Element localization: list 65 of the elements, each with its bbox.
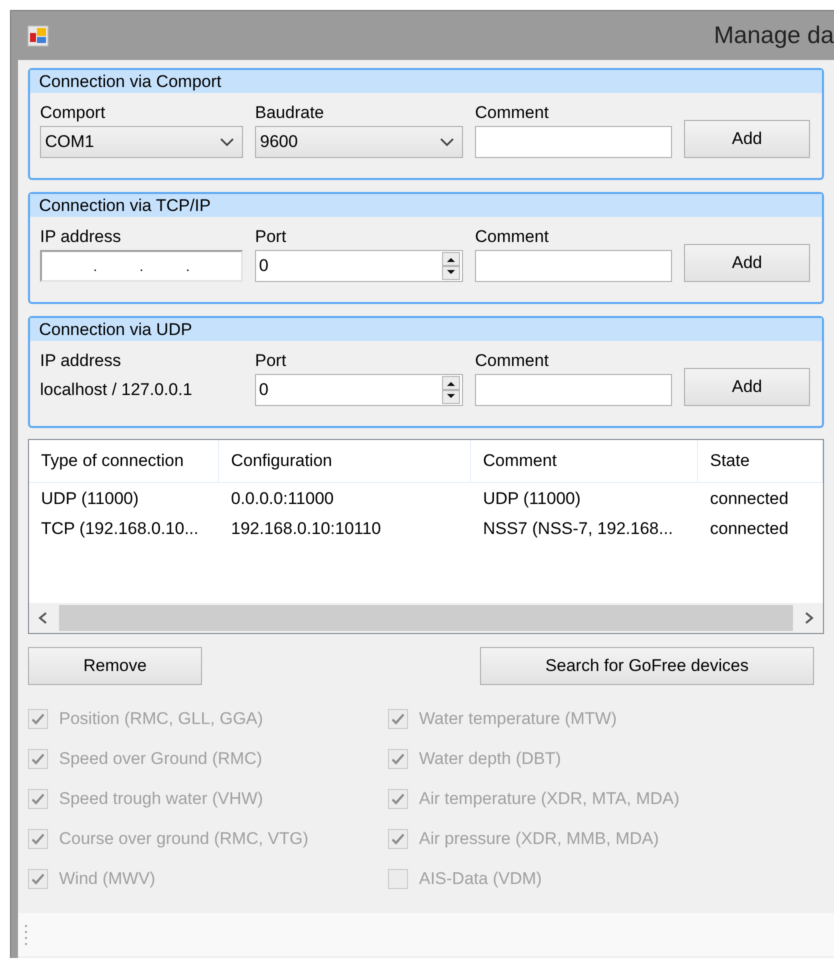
add-button[interactable]: Add xyxy=(684,120,810,158)
grip-icon[interactable] xyxy=(24,924,28,946)
ip-address-field[interactable]: . . . xyxy=(40,250,243,282)
table-cell-text: TCP (192.168.0.10... xyxy=(40,518,200,540)
checkbox-label: Wind (MWV) xyxy=(59,868,156,888)
add-button[interactable]: Add xyxy=(684,368,810,406)
checkbox-label: Speed trough water (VHW) xyxy=(59,788,264,808)
comment-field[interactable] xyxy=(475,374,672,406)
field-label: IP address xyxy=(40,227,122,247)
checkbox-label: Course over ground (RMC, VTG) xyxy=(59,828,308,848)
dropdown[interactable]: 9600 xyxy=(255,126,463,158)
field-label: Comment xyxy=(475,351,550,371)
checkmark-icon xyxy=(31,872,45,884)
spin-arrows-icon[interactable] xyxy=(442,252,460,280)
checkbox-label: Position (RMC, GLL, GGA) xyxy=(59,708,264,728)
table-cell-text: UDP (11000) xyxy=(40,488,140,510)
column-header[interactable]: Type of connection xyxy=(29,440,219,483)
field-label: Port xyxy=(255,227,288,247)
checkmark-icon xyxy=(391,752,405,764)
comment-field[interactable] xyxy=(475,126,672,158)
group-title: Connection via UDP xyxy=(30,318,822,341)
field-label: Comment xyxy=(475,227,550,247)
window-title: Manage da xyxy=(714,22,834,50)
scrollbar-thumb[interactable] xyxy=(59,605,793,631)
dropdown[interactable]: COM1 xyxy=(40,126,243,158)
table-cell-text: 0.0.0.0:11000 xyxy=(230,488,335,510)
checkmark-icon xyxy=(31,752,45,764)
column-header[interactable]: State xyxy=(698,440,823,483)
checkbox-label: Water depth (DBT) xyxy=(419,748,562,768)
checkmark-icon xyxy=(391,792,405,804)
table-cell-text: NSS7 (NSS-7, 192.168... xyxy=(482,518,674,540)
group-title: Connection via TCP/IP xyxy=(30,194,822,217)
field-label: Baudrate xyxy=(255,103,325,123)
group-title: Connection via Comport xyxy=(30,70,822,93)
table-cell-text: connected xyxy=(709,488,790,510)
checkmark-icon xyxy=(31,832,45,844)
port-spinner[interactable]: 0 xyxy=(255,374,463,406)
checkmark-icon xyxy=(31,792,45,804)
field-label: Port xyxy=(255,351,288,371)
table-cell-text: UDP (11000) xyxy=(482,488,582,510)
checkmark-icon xyxy=(391,712,405,724)
chevron-down-icon xyxy=(440,138,454,146)
add-button[interactable]: Add xyxy=(684,244,810,282)
table-cell-text: connected xyxy=(709,518,790,540)
column-header[interactable]: Comment xyxy=(471,440,698,483)
checkmark-icon xyxy=(31,712,45,724)
table-cell-text: 192.168.0.10:10110 xyxy=(230,518,382,540)
checkbox-label: Speed over Ground (RMC) xyxy=(59,748,262,768)
checkbox-label: Air temperature (XDR, MTA, MDA) xyxy=(419,788,680,808)
checkmark-icon xyxy=(391,832,405,844)
port-spinner[interactable]: 0 xyxy=(255,250,463,282)
spin-arrows-icon[interactable] xyxy=(442,376,460,404)
remove-button[interactable]: Remove xyxy=(28,647,202,685)
field-label: Comment xyxy=(475,103,550,123)
field-label: IP address xyxy=(40,351,122,371)
checkbox-label: Air pressure (XDR, MMB, MDA) xyxy=(419,828,659,848)
checkbox-label: AIS-Data (VDM) xyxy=(419,868,542,888)
checkbox-label: Water temperature (MTW) xyxy=(419,708,617,728)
comment-field[interactable] xyxy=(475,250,672,282)
ip-address-text: localhost / 127.0.0.1 xyxy=(40,379,194,401)
chevron-down-icon xyxy=(220,138,234,146)
field-label: Comport xyxy=(40,103,106,123)
column-header[interactable]: Configuration xyxy=(219,440,471,483)
app-icon xyxy=(27,24,49,46)
search-button[interactable]: Search for GoFree devices xyxy=(480,647,814,685)
